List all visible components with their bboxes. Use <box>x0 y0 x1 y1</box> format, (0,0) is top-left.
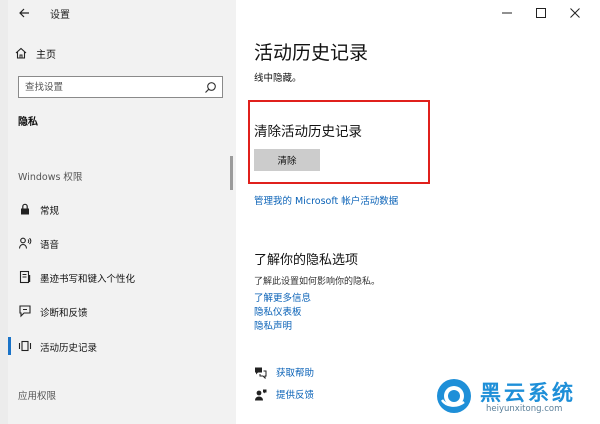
background-window-edge <box>0 0 8 424</box>
privacy-options-heading: 了解你的隐私选项 <box>254 253 359 268</box>
back-arrow-icon <box>19 8 29 18</box>
close-button[interactable] <box>558 2 592 24</box>
sidebar-item-label: 墨迹书写和键入个性化 <box>40 274 136 285</box>
privacy-description: 了解此设置如何影响你的隐私。 <box>254 277 381 287</box>
feedback-label: 提供反馈 <box>276 390 315 401</box>
give-feedback-link[interactable]: 提供反馈 <box>254 386 314 402</box>
watermark-url: heiyunxitong.com <box>486 404 563 414</box>
close-icon <box>570 8 580 18</box>
section-heading-windows-permissions: Windows 权限 <box>18 172 83 183</box>
feedback-person-icon <box>255 389 267 400</box>
sidebar-scrollbar[interactable] <box>230 156 233 190</box>
title-bar: 设置 <box>0 0 236 26</box>
sidebar-item-label: 语音 <box>40 240 60 251</box>
lock-icon <box>21 203 29 215</box>
activity-history-icon <box>18 340 32 352</box>
watermark: 黑云系统 heiyunxitong.com <box>430 368 600 424</box>
page-title: 活动历史记录 <box>254 42 369 64</box>
privacy-statement-link[interactable]: 隐私声明 <box>254 318 292 332</box>
minimize-icon <box>502 12 512 14</box>
home-icon <box>15 47 27 59</box>
sidebar-item-label: 常规 <box>40 206 60 217</box>
section-heading-privacy: 隐私 <box>18 117 38 128</box>
sidebar-item-label: 诊断和反馈 <box>40 308 88 319</box>
search-input[interactable] <box>25 79 195 95</box>
feedback-icon <box>19 305 31 318</box>
main-content: 活动历史记录 线中隐藏。 清除活动历史记录 清除 管理我的 Microsoft … <box>236 0 600 424</box>
search-icon[interactable] <box>204 81 217 94</box>
watermark-name: 黑云系统 <box>480 381 576 405</box>
back-button[interactable] <box>14 4 34 22</box>
sidebar-home[interactable]: 主页 <box>14 44 56 62</box>
sidebar-item-label: 活动历史记录 <box>40 343 98 354</box>
sidebar-item-diagnostics-feedback[interactable]: 诊断和反馈 <box>8 298 234 324</box>
window-controls <box>490 2 592 24</box>
sidebar-item-inking-typing[interactable]: 墨迹书写和键入个性化 <box>8 264 234 290</box>
person-speech-icon <box>18 237 32 249</box>
get-help-link[interactable]: 获取帮助 <box>254 364 314 380</box>
sidebar-item-general[interactable]: 常规 <box>8 196 234 222</box>
sidebar-item-activity-history[interactable]: 活动历史记录 <box>8 333 234 359</box>
sidebar-home-label: 主页 <box>36 49 56 61</box>
clear-history-heading: 清除活动历史记录 <box>254 124 362 140</box>
privacy-dashboard-link[interactable]: 隐私仪表板 <box>254 304 302 318</box>
sidebar-item-speech[interactable]: 语音 <box>8 230 234 256</box>
window-title: 设置 <box>50 10 70 21</box>
help-chat-icon <box>255 367 267 379</box>
section-heading-app-permissions: 应用权限 <box>18 391 57 402</box>
manage-microsoft-account-link[interactable]: 管理我的 Microsoft 帐户活动数据 <box>254 193 398 207</box>
watermark-logo-icon <box>437 379 471 413</box>
highlight-annotation <box>248 100 430 184</box>
maximize-icon <box>536 8 546 18</box>
help-label: 获取帮助 <box>276 368 315 379</box>
maximize-button[interactable] <box>524 2 558 24</box>
search-box[interactable] <box>18 76 223 98</box>
learn-more-link[interactable]: 了解更多信息 <box>254 290 311 304</box>
notebook-pen-icon <box>19 270 31 284</box>
minimize-button[interactable] <box>490 2 524 24</box>
sidebar: 设置 主页 隐私 Windows 权限 常规 语音 墨迹书写和键入个性化 诊断和… <box>0 0 236 424</box>
active-indicator <box>8 337 11 355</box>
page-subtext: 线中隐藏。 <box>254 73 302 84</box>
settings-window: 设置 主页 隐私 Windows 权限 常规 语音 墨迹书写和键入个性化 诊断和… <box>0 0 600 424</box>
clear-button[interactable]: 清除 <box>254 149 320 171</box>
